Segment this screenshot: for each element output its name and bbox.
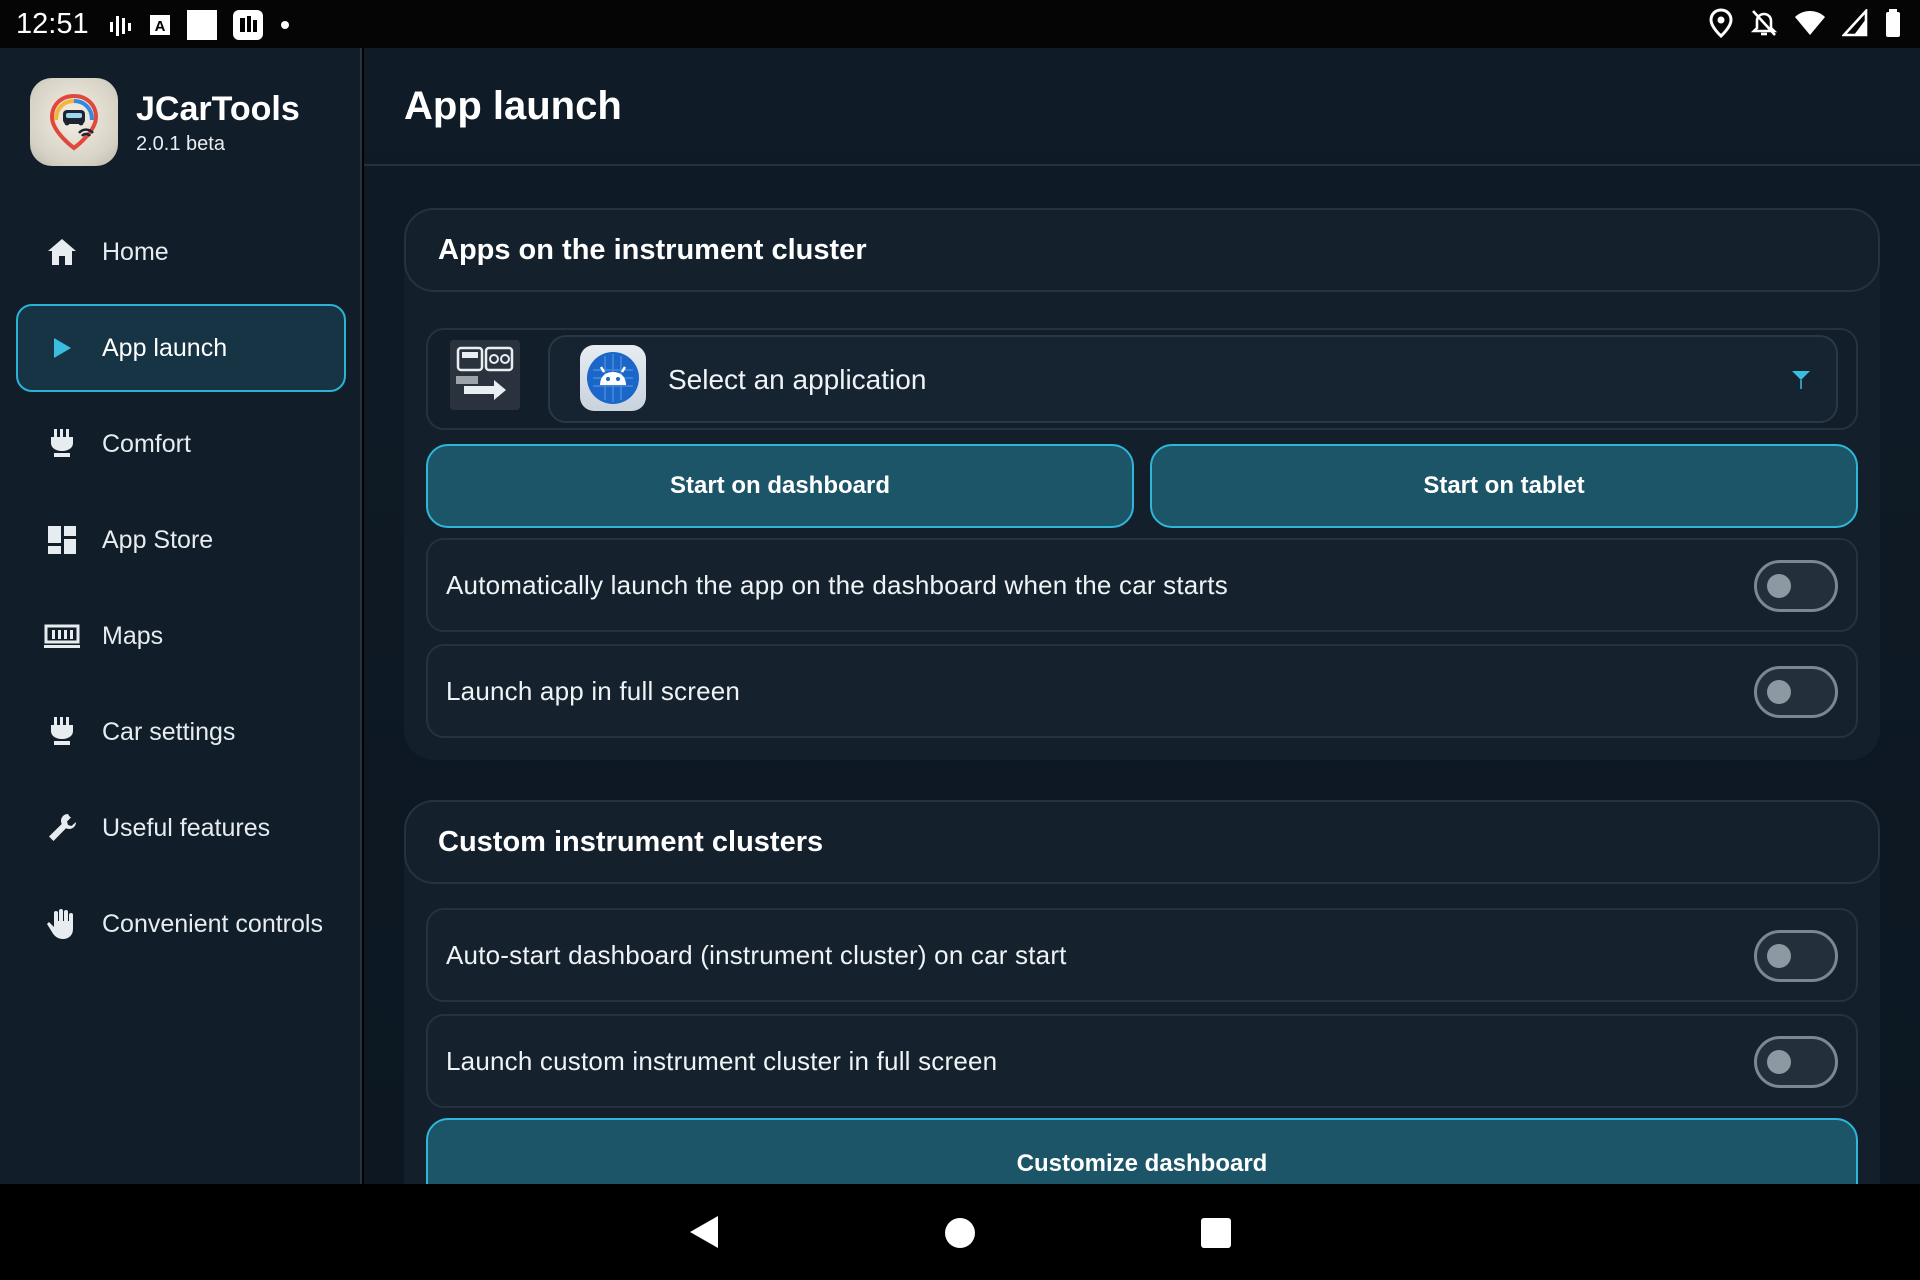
dashboard-grid-icon [44,522,80,558]
sidebar-item-maps[interactable]: Maps [16,592,346,680]
toggle-row-fullscreen-cluster: Launch custom instrument cluster in full… [426,1014,1858,1108]
toggle-label: Automatically launch the app on the dash… [446,570,1228,600]
svg-text:A: A [155,18,166,35]
sidebar-item-app-store[interactable]: App Store [16,496,346,584]
page-title: App launch [404,84,622,128]
toggle-label: Launch custom instrument cluster in full… [446,1046,998,1076]
caret-down-icon [1790,367,1812,394]
hand-icon [44,906,80,942]
status-time: 12:51 [16,8,89,40]
sidebar: JCarTools 2.0.1 beta Home App launch Com… [0,48,362,1184]
play-icon [44,330,80,366]
location-icon [1708,8,1734,38]
app-select-dropdown[interactable]: Select an application [548,335,1838,423]
sidebar-item-label: Convenient controls [102,909,323,938]
auto-start-dashboard-switch[interactable] [1754,930,1838,982]
section-custom-instrument-clusters: Custom instrument clusters Auto-start da… [404,800,1880,1184]
white-square-icon [186,9,218,41]
bell-off-icon [1750,8,1778,38]
sidebar-item-label: App launch [102,333,228,362]
map-icon [44,618,80,654]
toggle-label: Launch app in full screen [446,676,741,706]
seat-icon [44,714,80,750]
main-content: App launch Apps on the instrument cluste… [364,48,1920,1184]
sidebar-item-convenient-controls[interactable]: Convenient controls [16,880,346,968]
app-logo-icon [30,78,118,166]
switch-knob [1767,944,1791,968]
back-icon[interactable] [688,1214,720,1255]
sidebar-nav: Home App launch Comfort App Store Maps C… [16,208,346,976]
cell-signal-icon [1842,9,1868,37]
recents-icon[interactable] [1201,1218,1231,1248]
app-version: 2.0.1 beta [136,132,225,155]
section-title: Apps on the instrument cluster [438,234,867,266]
sidebar-item-comfort[interactable]: Comfort [16,400,346,488]
sidebar-item-app-launch[interactable]: App launch [16,304,346,392]
sidebar-item-label: Useful features [102,813,271,842]
android-app-icon [580,345,646,411]
home-icon [44,234,80,270]
fullscreen-cluster-switch[interactable] [1754,1036,1838,1088]
fullscreen-app-switch[interactable] [1754,666,1838,718]
sidebar-item-label: Comfort [102,429,191,458]
app-name: JCarTools [136,89,300,128]
brand: JCarTools 2.0.1 beta [30,78,300,166]
start-on-dashboard-button[interactable]: Start on dashboard [426,444,1134,528]
sidebar-item-car-settings[interactable]: Car settings [16,688,346,776]
toggle-row-auto-launch: Automatically launch the app on the dash… [426,538,1858,632]
section-header: Custom instrument clusters [404,800,1880,884]
start-on-tablet-button[interactable]: Start on tablet [1150,444,1858,528]
toggle-label: Auto-start dashboard (instrument cluster… [446,940,1067,970]
app-select-value: Select an application [668,364,927,395]
status-left-icons: A [108,9,292,41]
section-header: Apps on the instrument cluster [404,208,1880,292]
sidebar-item-label: Maps [102,621,164,650]
switch-knob [1767,680,1791,704]
switch-knob [1767,574,1791,598]
status-bar: 12:51 A [0,0,1920,48]
sidebar-item-label: Car settings [102,717,236,746]
toggle-row-fullscreen-app: Launch app in full screen [426,644,1858,738]
switch-knob [1767,1050,1791,1074]
home-circle-icon[interactable] [945,1218,975,1248]
sidebar-item-home[interactable]: Home [16,208,346,296]
section-title: Custom instrument clusters [438,826,824,858]
auto-launch-switch[interactable] [1754,560,1838,612]
wifi-icon [1794,9,1826,37]
wrench-icon [44,810,80,846]
signal-bars-icon [108,12,134,38]
customize-dashboard-button[interactable]: Customize dashboard [426,1118,1858,1184]
sidebar-item-label: Home [102,237,169,266]
page-header: App launch [364,48,1920,166]
toggle-row-auto-start-dashboard: Auto-start dashboard (instrument cluster… [426,908,1858,1002]
battery-icon [1884,8,1902,38]
section-instrument-cluster-apps: Apps on the instrument cluster Select an… [404,208,1880,760]
cluster-launch-icon [450,340,520,410]
news-app-icon [232,9,264,41]
status-right-icons [1708,8,1902,38]
font-a-icon: A [148,12,172,38]
app-selector-row: Select an application [426,328,1858,430]
system-nav-bar [0,1184,1920,1280]
seat-icon [44,426,80,462]
sidebar-item-label: App Store [102,525,214,554]
sidebar-item-useful-features[interactable]: Useful features [16,784,346,872]
dot-icon [278,18,292,32]
